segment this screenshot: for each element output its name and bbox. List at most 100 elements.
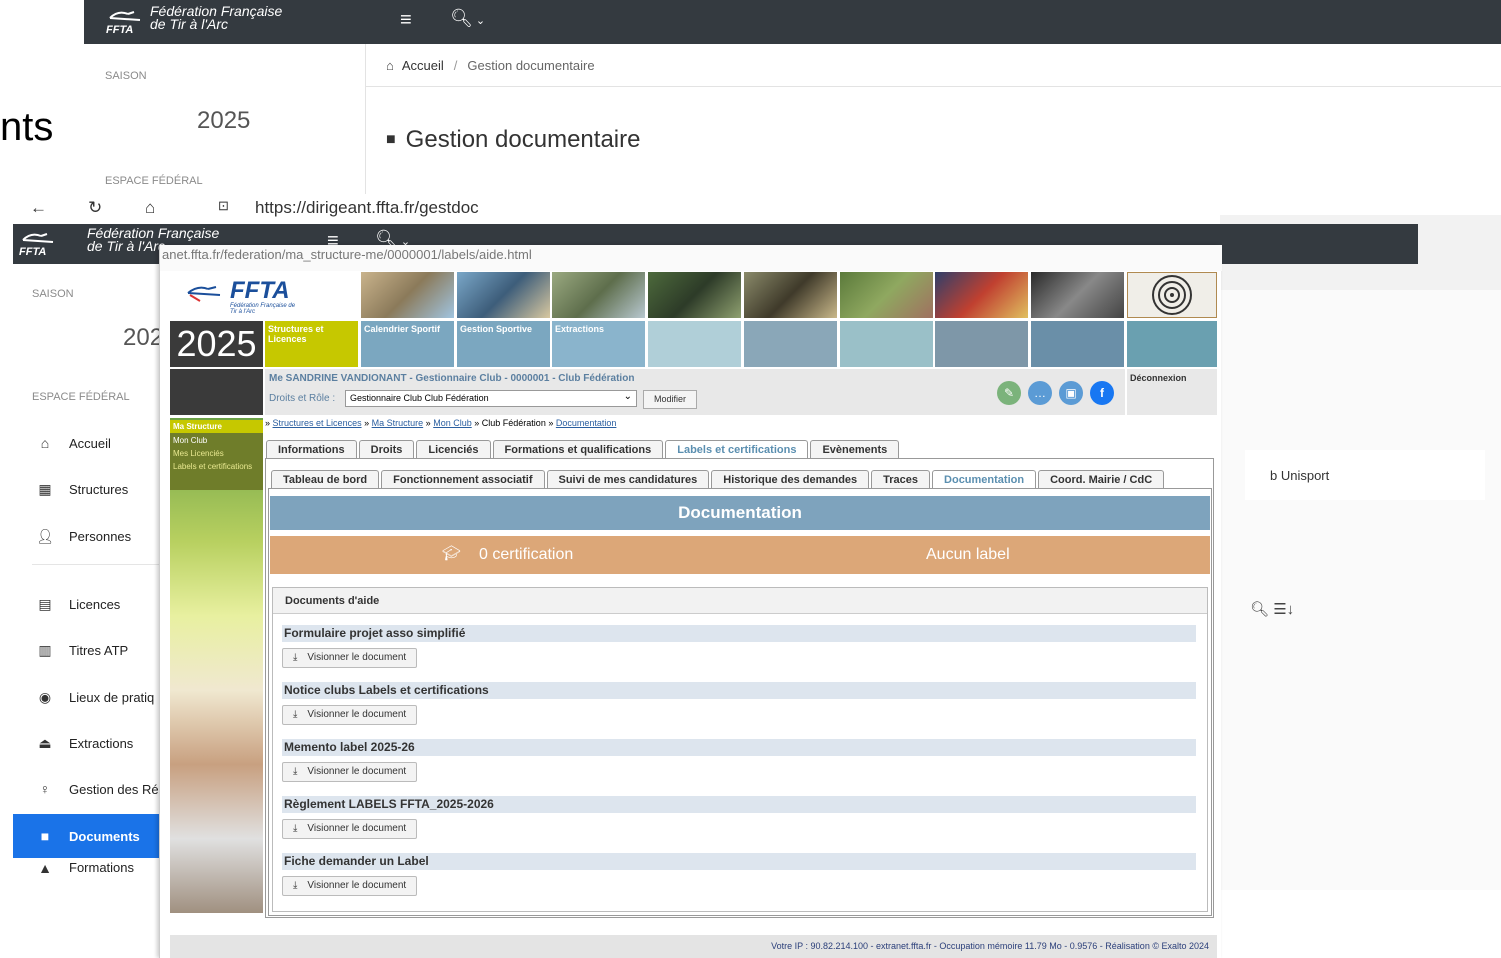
- breadcrumb-home[interactable]: Accueil: [402, 58, 444, 73]
- partial-heading: nts: [0, 105, 54, 149]
- role-select[interactable]: Gestionnaire Club Club Fédération ⌄: [345, 390, 637, 407]
- chevron-down-icon: ⌄: [623, 391, 632, 402]
- list-sort-icon[interactable]: 🔍︎ ☰↓: [1250, 600, 1294, 618]
- tile-structures[interactable]: Structures et Licences: [265, 321, 358, 367]
- tab-traces[interactable]: Traces: [871, 470, 931, 489]
- site-info-icon[interactable]: ⊡: [218, 198, 229, 214]
- person-icon: 👤︎: [36, 527, 54, 544]
- reload-icon[interactable]: ↻: [88, 198, 102, 218]
- tab-documentation[interactable]: Documentation: [932, 470, 1037, 489]
- facebook-icon[interactable]: f: [1090, 381, 1114, 405]
- breadcrumb-sep: »: [364, 418, 370, 428]
- tab-informations[interactable]: Informations: [266, 440, 357, 459]
- tab-historique[interactable]: Historique des demandes: [711, 470, 870, 489]
- left-menu-header[interactable]: Ma Structure: [170, 420, 263, 433]
- documents-box: Documents d'aide Formulaire projet asso …: [272, 587, 1208, 912]
- url-text[interactable]: anet.ffta.fr/federation/ma_structure-me/…: [162, 247, 532, 262]
- download-icon: ⤓: [293, 709, 298, 720]
- home-icon[interactable]: ⌂: [145, 198, 155, 218]
- nav-label: Titres ATP: [69, 642, 129, 658]
- breadcrumb-link[interactable]: Documentation: [556, 418, 617, 428]
- hamburger-menu-icon[interactable]: ≡: [400, 9, 412, 32]
- nav-accueil[interactable]: ⌂ Accueil: [13, 421, 163, 465]
- url-text[interactable]: https://dirigeant.ffta.fr/gestdoc: [255, 198, 479, 218]
- season-year: 2025: [197, 107, 251, 134]
- tab-evenements[interactable]: Evènements: [810, 440, 900, 459]
- modify-button[interactable]: Modifier: [643, 390, 698, 409]
- view-document-button[interactable]: ⤓ Visionner le document: [282, 819, 418, 839]
- left-menu: Ma Structure Mon Club Mes Licenciés Labe…: [170, 420, 263, 490]
- tile-extractions[interactable]: Extractions: [552, 321, 645, 367]
- breadcrumb-link[interactable]: Mon Club: [433, 418, 472, 428]
- background-page-right: b Unisport 🔍︎ ☰↓: [1220, 215, 1501, 890]
- nav-titres-atp[interactable]: ▥ Titres ATP: [13, 628, 163, 672]
- page-title: Gestion documentaire: [405, 126, 641, 153]
- tab-formations[interactable]: Formations et qualifications: [492, 440, 664, 459]
- view-document-button[interactable]: ⤓ Visionner le document: [282, 876, 418, 896]
- ffta-logo-icon: FFTA: [106, 6, 146, 36]
- footer: Votre IP : 90.82.214.100 - extranet.ffta…: [170, 935, 1217, 958]
- header-photo: [1031, 272, 1124, 318]
- header-photo: [457, 272, 550, 318]
- logout-link[interactable]: Déconnexion: [1127, 369, 1217, 415]
- nav-personnes[interactable]: 👤︎ Personnes: [13, 514, 163, 558]
- main-content: ⌂ Accueil / Gestion documentaire ■ Gesti…: [366, 44, 1501, 194]
- tab-licencies[interactable]: Licenciés: [416, 440, 491, 459]
- left-menu-item[interactable]: Labels et certifications: [170, 460, 263, 473]
- browser-url-bar: ← ↻ ⌂ ⊡ https://dirigeant.ffta.fr/gestdo…: [0, 194, 1420, 224]
- tab-fonctionnement[interactable]: Fonctionnement associatif: [381, 470, 545, 489]
- view-document-button[interactable]: ⤓ Visionner le document: [282, 705, 418, 725]
- nav-extractions[interactable]: ⏏ Extractions: [13, 721, 163, 765]
- header-photo: [935, 272, 1028, 318]
- tab-labels[interactable]: Labels et certifications: [665, 440, 809, 459]
- user-line: Me SANDRINE VANDIONANT - Gestionnaire Cl…: [269, 373, 635, 384]
- lock-icon[interactable]: ▣: [1059, 381, 1083, 405]
- download-icon: ⤓: [293, 652, 298, 663]
- season-label: SAISON: [32, 288, 74, 300]
- tab-tableau-de-bord[interactable]: Tableau de bord: [271, 470, 380, 489]
- search-dropdown-icon[interactable]: 🔍︎ ⌄: [450, 8, 485, 29]
- athlete-photo: [170, 418, 263, 913]
- nav-licences[interactable]: ▤ Licences: [13, 582, 163, 626]
- button-label: Visionner le document: [307, 823, 407, 834]
- document-title: Memento label 2025-26: [282, 739, 1196, 756]
- nav-lieux[interactable]: ◉ Lieux de pratiq: [13, 675, 163, 719]
- chat-icon[interactable]: …: [1028, 381, 1052, 405]
- nav-documents[interactable]: ■ Documents: [13, 814, 163, 858]
- extranet-url-bar: anet.ffta.fr/federation/ma_structure-me/…: [160, 245, 1222, 271]
- tab-droits[interactable]: Droits: [358, 440, 415, 459]
- header-photo: [552, 272, 645, 318]
- ffta-logo[interactable]: FFTA Fédération Française de Tir à l'Arc: [170, 275, 360, 319]
- breadcrumb-separator: /: [453, 57, 458, 73]
- secondary-tab-panel: Documentation 🎓︎ 0 certification Aucun l…: [268, 488, 1212, 916]
- left-navigation: SAISON 202 ESPACE FÉDÉRAL ⌂ Accueil ▦ Stru…: [13, 264, 163, 884]
- brand-line-2: de Tir à l'Arc: [150, 16, 229, 32]
- edit-icon[interactable]: ✎: [997, 381, 1021, 405]
- view-document-button[interactable]: ⤓ Visionner le document: [282, 648, 418, 668]
- left-menu-item[interactable]: Mon Club: [170, 433, 263, 447]
- tab-suivi[interactable]: Suivi de mes candidatures: [546, 470, 710, 489]
- tile-empty: [935, 321, 1028, 367]
- ffta-logo-icon: FFTA: [19, 228, 59, 258]
- tile-gestion-sportive[interactable]: Gestion Sportive: [457, 321, 550, 367]
- folder-icon: ■: [386, 131, 396, 148]
- tab-coord-mairie[interactable]: Coord. Mairie / CdC: [1038, 470, 1165, 489]
- nav-gestion[interactable]: ♀ Gestion des Ré: [13, 767, 163, 811]
- breadcrumb-link[interactable]: Ma Structure: [372, 418, 424, 428]
- building-icon: ▦: [38, 480, 52, 497]
- home-icon[interactable]: ⌂: [386, 58, 394, 73]
- view-document-button[interactable]: ⤓ Visionner le document: [282, 762, 418, 782]
- nav-structures[interactable]: ▦ Structures: [13, 467, 163, 511]
- nav-label: Gestion des Ré: [69, 781, 159, 797]
- pin-icon: ♀: [39, 781, 51, 797]
- nav-label: Licences: [69, 596, 121, 612]
- year-block: 2025: [170, 321, 263, 367]
- nav-formations[interactable]: ▲ Formations: [13, 860, 163, 884]
- nav-label: Personnes: [69, 528, 132, 544]
- download-icon: ⤓: [293, 823, 298, 834]
- folder-icon: ■: [40, 828, 50, 844]
- tile-calendrier[interactable]: Calendrier Sportif: [361, 321, 454, 367]
- breadcrumb-link[interactable]: Structures et Licences: [273, 418, 362, 428]
- left-menu-item[interactable]: Mes Licenciés: [170, 447, 263, 460]
- back-arrow-icon[interactable]: ←: [30, 198, 47, 218]
